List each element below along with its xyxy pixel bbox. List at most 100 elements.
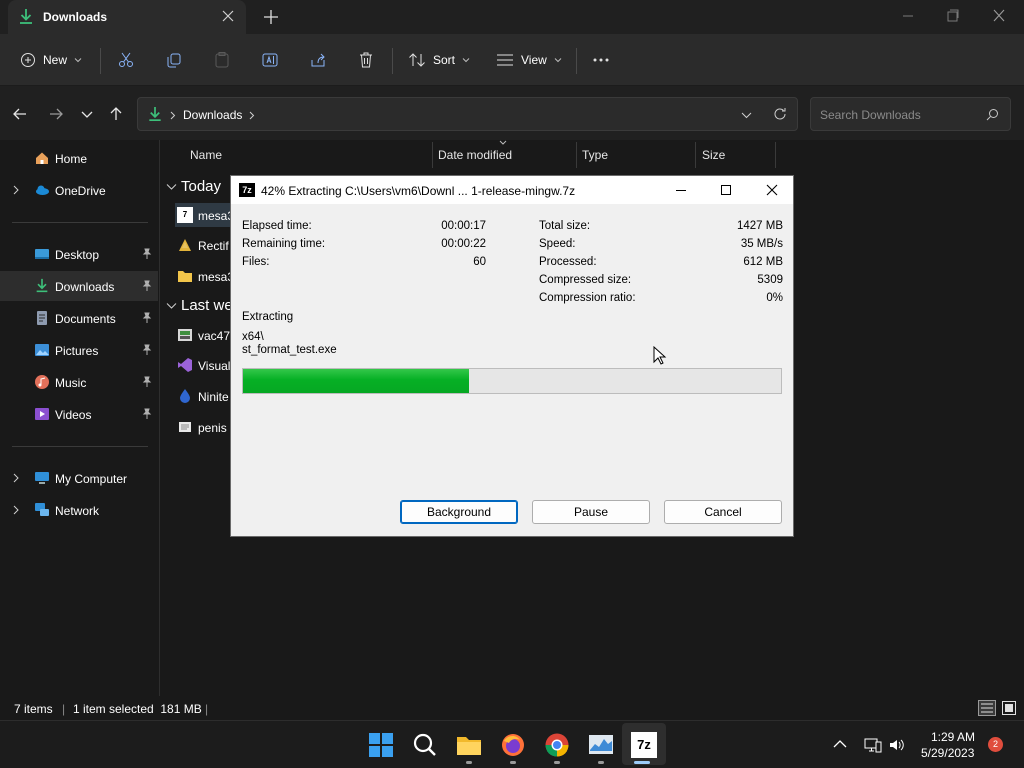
start-icon[interactable]	[368, 732, 394, 758]
sidebar-item-onedrive[interactable]: OneDrive	[0, 175, 158, 205]
sidebar-item-desktop[interactable]: Desktop	[0, 239, 158, 269]
sidebar-item-documents[interactable]: Documents	[0, 303, 158, 333]
group-header-today[interactable]: Today	[166, 178, 221, 195]
file-row[interactable]: mesa3	[175, 264, 235, 288]
group-header-last-week[interactable]: Last we	[166, 297, 233, 314]
sidebar-item-home[interactable]: Home	[0, 143, 158, 173]
minimize-icon[interactable]	[673, 182, 689, 198]
file-row[interactable]: Rectif	[175, 233, 235, 257]
chevron-right-icon[interactable]	[12, 185, 20, 195]
rename-icon[interactable]	[261, 48, 279, 72]
window-close-icon[interactable]	[987, 6, 1011, 26]
file-row[interactable]: penis	[175, 415, 235, 439]
restore-icon[interactable]	[941, 6, 965, 26]
chevron-right-icon[interactable]	[249, 111, 255, 120]
back-icon[interactable]	[12, 106, 28, 122]
sidebar-item-label: OneDrive	[55, 184, 106, 198]
column-header-type[interactable]: Type	[582, 148, 608, 162]
sidebar-item-label: Pictures	[55, 344, 99, 358]
show-hidden-icons-chevron-icon[interactable]	[833, 739, 847, 749]
sidebar-item-label: Music	[55, 376, 87, 390]
minimize-icon[interactable]	[896, 6, 920, 26]
recent-locations-icon[interactable]	[79, 106, 95, 122]
new-label: New	[43, 53, 68, 67]
column-header-name[interactable]: Name	[190, 148, 222, 162]
new-tab-icon[interactable]	[262, 8, 280, 26]
sidebar-item-music[interactable]: Music	[0, 367, 158, 397]
view-button[interactable]: View	[496, 48, 562, 72]
clock-date[interactable]: 5/29/2023	[921, 746, 974, 760]
task-manager-icon[interactable]	[588, 732, 614, 758]
cut-icon[interactable]	[117, 48, 135, 72]
sort-button[interactable]: Sort	[408, 48, 470, 72]
address-dropdown-icon[interactable]	[741, 110, 752, 120]
background-button[interactable]: Background	[400, 500, 518, 524]
cancel-button[interactable]: Cancel	[664, 500, 782, 524]
close-icon[interactable]	[764, 182, 780, 198]
pause-button[interactable]: Pause	[532, 500, 650, 524]
new-button[interactable]: New	[20, 48, 82, 72]
file-row[interactable]: 7 mesa3	[175, 203, 235, 227]
network-status-icon[interactable]	[864, 737, 882, 753]
dialog-title-bar[interactable]: 7z 42% Extracting C:\Users\vm6\Downl ...…	[231, 176, 793, 204]
dialog-title: 42% Extracting C:\Users\vm6\Downl ... 1-…	[261, 184, 576, 198]
title-tab-bar: Downloads	[0, 0, 1024, 34]
tiles-view-icon[interactable]	[1001, 700, 1017, 716]
sidebar-item-pictures[interactable]: Pictures	[0, 335, 158, 365]
group-label: Last we	[181, 297, 233, 314]
notification-badge[interactable]: 2	[988, 737, 1003, 752]
file-row[interactable]: Visual	[175, 353, 235, 377]
chevron-right-icon[interactable]	[12, 473, 20, 483]
chrome-icon[interactable]	[544, 732, 570, 758]
sidebar-item-label: Network	[55, 504, 100, 518]
operation-label: Extracting	[242, 311, 294, 323]
tab-downloads[interactable]: Downloads	[8, 0, 246, 34]
search-icon[interactable]	[986, 108, 999, 121]
computer-icon	[35, 472, 49, 484]
downloads-icon	[36, 278, 48, 293]
refresh-icon[interactable]	[773, 107, 787, 121]
search-placeholder: Search Downloads	[820, 108, 921, 122]
search-input[interactable]: Search Downloads	[810, 97, 1011, 131]
item-count: 7 items	[14, 702, 53, 716]
address-bar[interactable]: Downloads	[137, 97, 798, 131]
forward-icon[interactable]	[48, 106, 64, 122]
search-icon[interactable]	[412, 732, 438, 758]
navigation-bar: Downloads Search Downloads	[0, 86, 1024, 140]
close-tab-icon[interactable]	[220, 8, 236, 24]
column-header-date-modified[interactable]: Date modified	[438, 148, 512, 162]
share-icon[interactable]	[309, 48, 327, 72]
details-view-icon[interactable]	[978, 700, 996, 716]
file-row[interactable]: vac47	[175, 323, 235, 347]
sidebar-item-label: Documents	[55, 312, 116, 326]
volume-icon[interactable]	[888, 737, 904, 753]
column-header-size[interactable]: Size	[702, 148, 725, 162]
sidebar-item-label: My Computer	[55, 472, 128, 486]
file-name: mesa3	[198, 270, 235, 284]
sidebar-item-network[interactable]: Network	[0, 495, 158, 525]
sidebar-item-downloads[interactable]: Downloads	[0, 271, 158, 301]
chevron-down-icon	[554, 58, 562, 63]
up-icon[interactable]	[108, 106, 124, 122]
pin-icon	[142, 344, 152, 355]
downloads-icon	[149, 106, 161, 122]
maximize-icon[interactable]	[718, 182, 734, 198]
7zip-archive-icon: 7	[177, 207, 193, 223]
delete-icon[interactable]	[357, 48, 375, 72]
network-icon	[35, 503, 49, 516]
file-explorer-icon[interactable]	[456, 732, 482, 758]
file-row[interactable]: Ninite	[175, 384, 235, 408]
7zip-icon[interactable]: 7z	[631, 732, 657, 758]
clock-time[interactable]: 1:29 AM	[931, 730, 975, 744]
more-options-icon[interactable]	[592, 48, 610, 72]
breadcrumb-downloads[interactable]: Downloads	[183, 108, 242, 122]
paste-icon[interactable]	[213, 48, 231, 72]
files-value: 60	[473, 256, 486, 268]
tab-title: Downloads	[43, 10, 108, 24]
sidebar-item-videos[interactable]: Videos	[0, 399, 158, 429]
firefox-icon[interactable]	[500, 732, 526, 758]
sidebar-item-my-computer[interactable]: My Computer	[0, 463, 158, 493]
current-file: st_format_test.exe	[242, 344, 337, 356]
copy-icon[interactable]	[165, 48, 183, 72]
chevron-right-icon[interactable]	[12, 505, 20, 515]
